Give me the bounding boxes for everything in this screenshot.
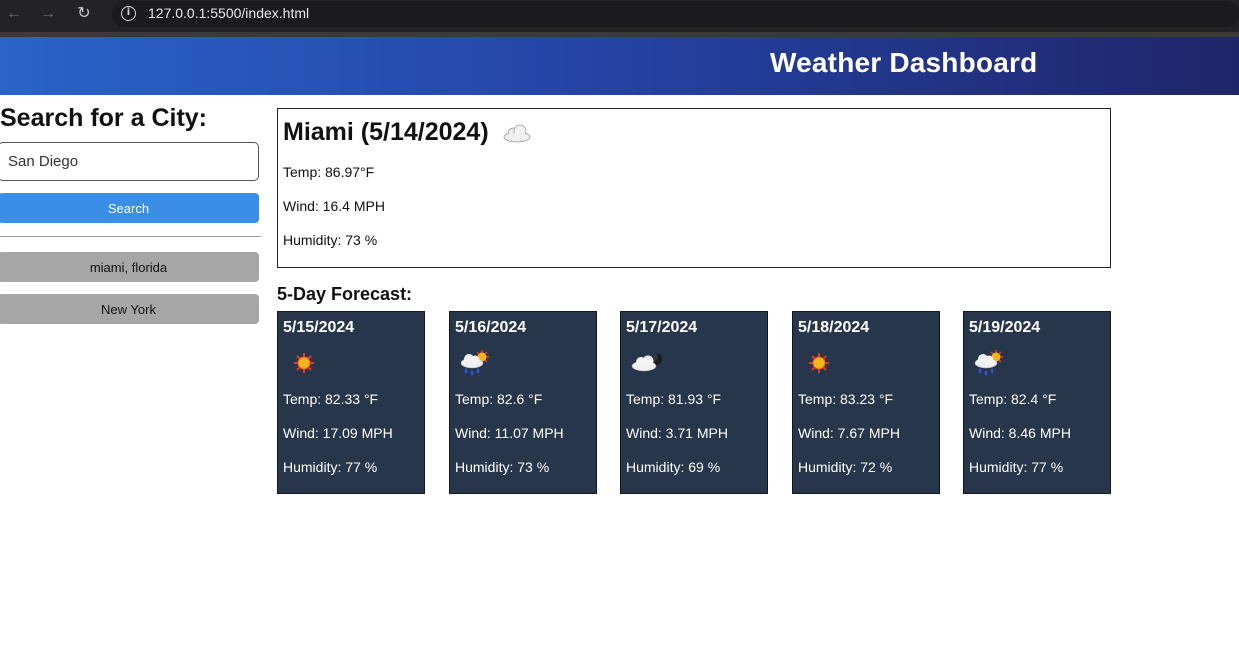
- rain-sun-icon: [460, 350, 489, 376]
- history-button-miami[interactable]: miami, florida: [0, 252, 259, 282]
- forecast-temp: Temp: 81.93 °F: [626, 391, 722, 407]
- forecast-date: 5/16/2024: [455, 319, 527, 336]
- page-title: Weather Dashboard: [770, 47, 1038, 78]
- forecast-humidity: Humidity: 72 %: [798, 459, 893, 475]
- forecast-date: 5/15/2024: [283, 319, 355, 336]
- forecast-temp: Temp: 82.6 °F: [455, 391, 543, 407]
- forecast-card-day-5: 5/19/2024 Temp: 82.4 °F Wind: 8.46 MPH H…: [963, 311, 1111, 494]
- current-temp: Temp: 86.97°F: [283, 164, 375, 180]
- browser-toolbar: ← → ↻ i 127.0.0.1:5500/index.html: [0, 0, 1239, 32]
- site-info-icon[interactable]: i: [121, 6, 136, 21]
- history-button-new-york[interactable]: New York: [0, 294, 259, 324]
- current-weather-card: Miami (5/14/2024) Temp: 86.97°F Wind: 16…: [277, 108, 1111, 268]
- cloud-icon: [503, 124, 531, 143]
- current-humidity: Humidity: 73 %: [283, 232, 378, 248]
- forecast-date: 5/17/2024: [626, 319, 698, 336]
- forecast-wind: Wind: 7.67 MPH: [798, 425, 900, 441]
- current-city-date: Miami (5/14/2024): [283, 118, 489, 146]
- forecast-temp: Temp: 83.23 °F: [798, 391, 894, 407]
- forecast-humidity: Humidity: 73 %: [455, 459, 550, 475]
- forecast-card-day-2: 5/16/2024 Temp: 82.6 °F Wind: 11.07 MPH …: [449, 311, 597, 494]
- forecast-heading: 5-Day Forecast:: [277, 284, 413, 304]
- city-search-input[interactable]: [0, 142, 259, 181]
- forecast-wind: Wind: 17.09 MPH: [283, 425, 393, 441]
- forecast-date: 5/19/2024: [969, 319, 1041, 336]
- forecast-card-day-4: 5/18/2024 Temp: 83.23 °F Wind: 7.67 MPH …: [792, 311, 940, 494]
- forecast-card-day-3: 5/17/2024 Temp: 81.93 °F Wind: 3.71 MPH …: [620, 311, 768, 494]
- current-wind: Wind: 16.4 MPH: [283, 198, 385, 214]
- forecast-temp: Temp: 82.4 °F: [969, 391, 1057, 407]
- rain-sun-icon: [974, 350, 1003, 376]
- forecast-humidity: Humidity: 77 %: [283, 459, 378, 475]
- forecast-wind: Wind: 3.71 MPH: [626, 425, 728, 441]
- url-text[interactable]: 127.0.0.1:5500/index.html: [148, 5, 309, 21]
- forecast-card-day-1: 5/15/2024 Temp: 82.33 °F Wind: 17.09 MPH…: [277, 311, 425, 494]
- forecast-humidity: Humidity: 77 %: [969, 459, 1064, 475]
- sun-icon: [294, 353, 314, 373]
- current-weather-title: Miami (5/14/2024): [283, 118, 532, 147]
- reload-icon[interactable]: ↻: [74, 5, 94, 23]
- back-arrow-icon[interactable]: ←: [4, 5, 24, 23]
- forecast-wind: Wind: 11.07 MPH: [455, 425, 564, 441]
- sidebar-divider: [0, 236, 261, 237]
- sun-icon: [809, 353, 829, 373]
- search-heading: Search for a City:: [0, 104, 208, 132]
- forecast-humidity: Humidity: 69 %: [626, 459, 721, 475]
- search-button[interactable]: Search: [0, 193, 259, 223]
- cloud-moon-icon: [631, 352, 662, 372]
- address-bar[interactable]: i 127.0.0.1:5500/index.html: [112, 1, 1239, 27]
- forecast-wind: Wind: 8.46 MPH: [969, 425, 1071, 441]
- app-header: Weather Dashboard: [0, 37, 1239, 95]
- forecast-temp: Temp: 82.33 °F: [283, 391, 379, 407]
- forecast-date: 5/18/2024: [798, 319, 870, 336]
- forward-arrow-icon[interactable]: →: [38, 5, 58, 23]
